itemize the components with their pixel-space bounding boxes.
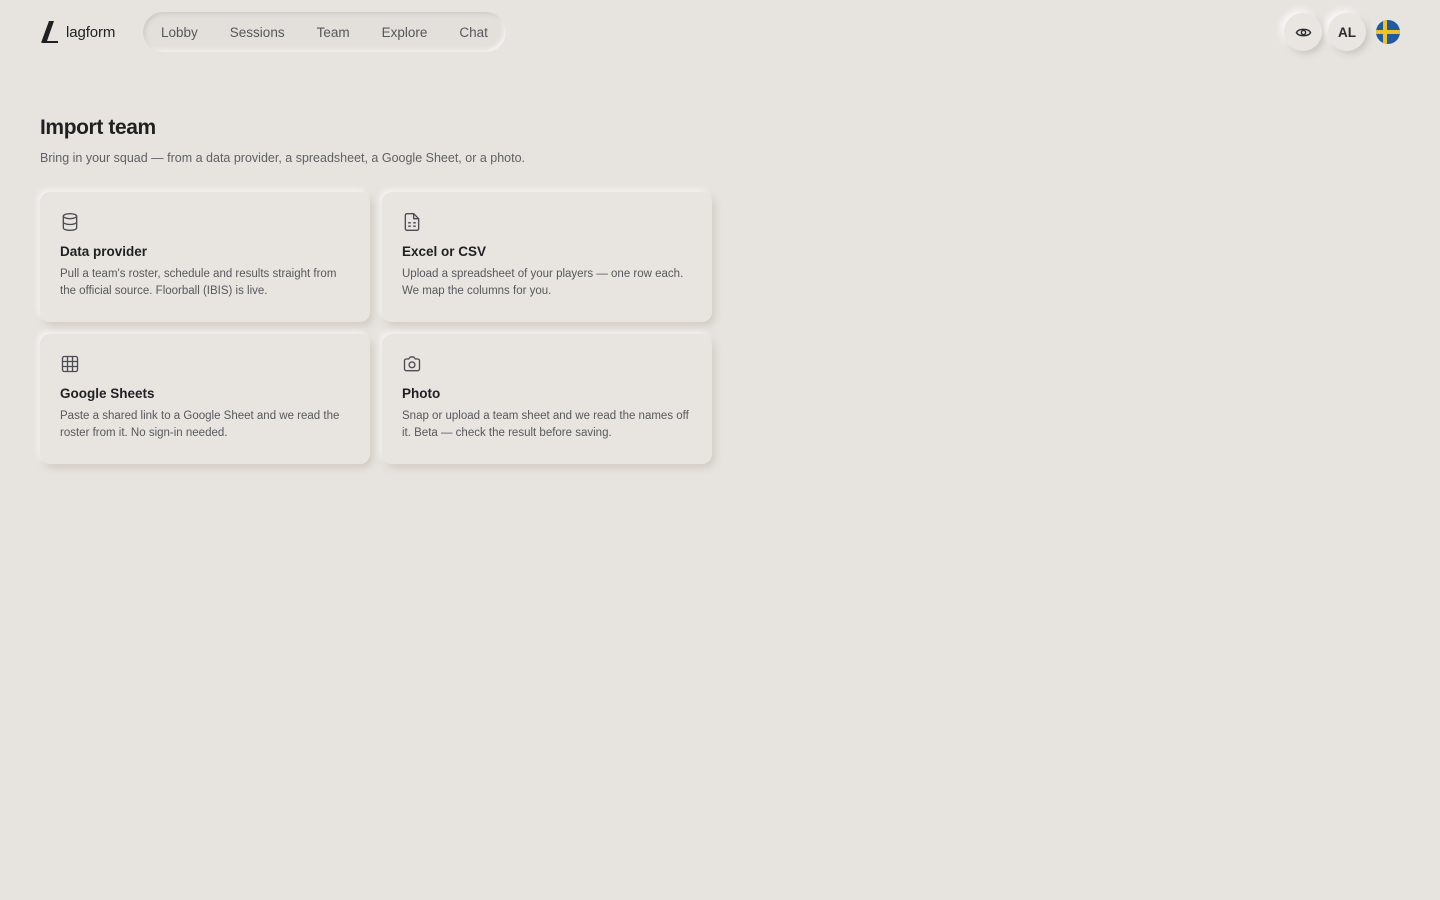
page-title: Import team [40, 116, 156, 139]
card-description: Snap or upload a team sheet and we read … [402, 410, 689, 439]
import-options-grid: Data provider Pull a team's roster, sche… [40, 192, 712, 464]
nav-item-explore[interactable]: Explore [382, 25, 428, 40]
import-option-photo[interactable]: Photo Snap or upload a team sheet and we… [382, 334, 712, 464]
card-title: Excel or CSV [402, 244, 487, 259]
lagform-logo-icon [40, 20, 60, 44]
nav-item-lobby[interactable]: Lobby [161, 25, 198, 40]
sweden-flag-icon [1376, 20, 1400, 44]
avatar-initials: AL [1338, 24, 1356, 40]
card-title: Data provider [60, 244, 148, 259]
card-description: Upload a spreadsheet of your players — o… [402, 268, 684, 297]
eye-icon [1295, 24, 1312, 41]
spreadsheet-file-icon [402, 212, 422, 232]
page-subtitle: Bring in your squad — from a data provid… [40, 151, 526, 165]
database-icon [60, 212, 80, 232]
nav-item-chat[interactable]: Chat [459, 25, 488, 40]
card-title: Google Sheets [60, 386, 155, 401]
card-description: Paste a shared link to a Google Sheet an… [60, 410, 340, 439]
card-description: Pull a team's roster, schedule and resul… [60, 268, 337, 297]
import-option-data-provider[interactable]: Data provider Pull a team's roster, sche… [40, 192, 370, 322]
card-title: Photo [402, 386, 441, 401]
brand-name: lagform [66, 23, 116, 41]
visibility-toggle-button[interactable] [1284, 13, 1322, 51]
user-avatar-button[interactable]: AL [1328, 13, 1366, 51]
camera-icon [402, 354, 422, 374]
main-nav: Lobby Sessions Team Explore Chat [143, 12, 506, 52]
import-option-excel-csv[interactable]: Excel or CSV Upload a spreadsheet of you… [382, 192, 712, 322]
nav-item-team[interactable]: Team [317, 25, 350, 40]
nav-item-sessions[interactable]: Sessions [230, 25, 285, 40]
brand-logo[interactable]: lagform [40, 20, 115, 44]
header-actions: AL [1284, 12, 1400, 52]
import-option-google-sheets[interactable]: Google Sheets Paste a shared link to a G… [40, 334, 370, 464]
top-bar: lagform Lobby Sessions Team Explore Chat… [0, 0, 1440, 64]
language-selector[interactable] [1376, 20, 1400, 44]
table-grid-icon [60, 354, 80, 374]
